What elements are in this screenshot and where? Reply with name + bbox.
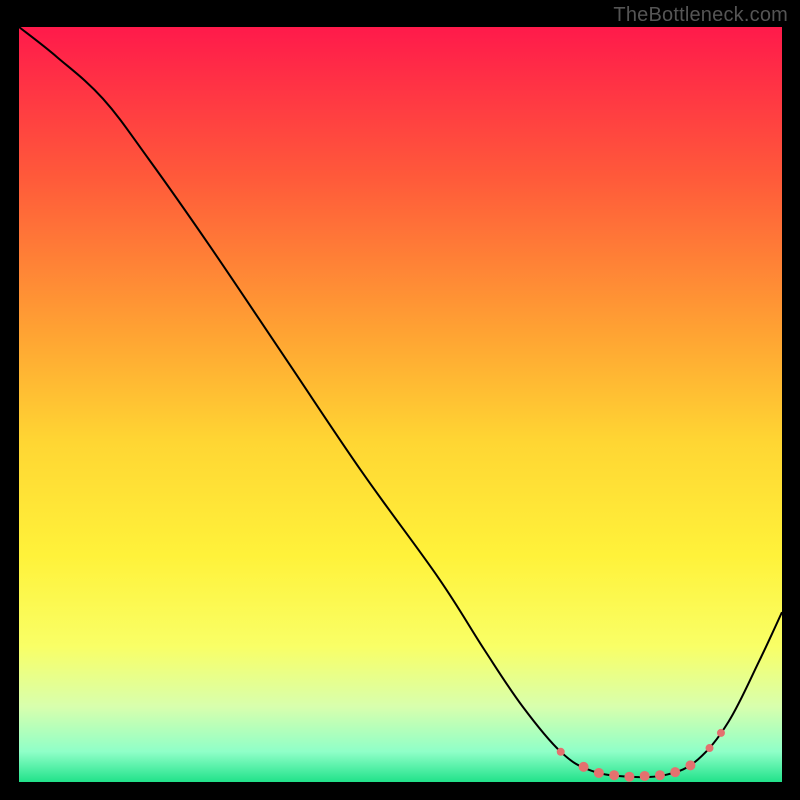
data-marker — [685, 760, 695, 770]
data-marker — [706, 744, 714, 752]
data-marker — [609, 770, 619, 780]
data-marker — [655, 770, 665, 780]
data-marker — [624, 772, 634, 782]
chart-background — [19, 27, 782, 782]
bottleneck-chart — [0, 0, 800, 800]
chart-stage: TheBottleneck.com — [0, 0, 800, 800]
data-marker — [594, 768, 604, 778]
data-marker — [670, 767, 680, 777]
data-marker — [640, 771, 650, 781]
data-marker — [557, 748, 565, 756]
data-marker — [717, 729, 725, 737]
data-marker — [579, 762, 589, 772]
